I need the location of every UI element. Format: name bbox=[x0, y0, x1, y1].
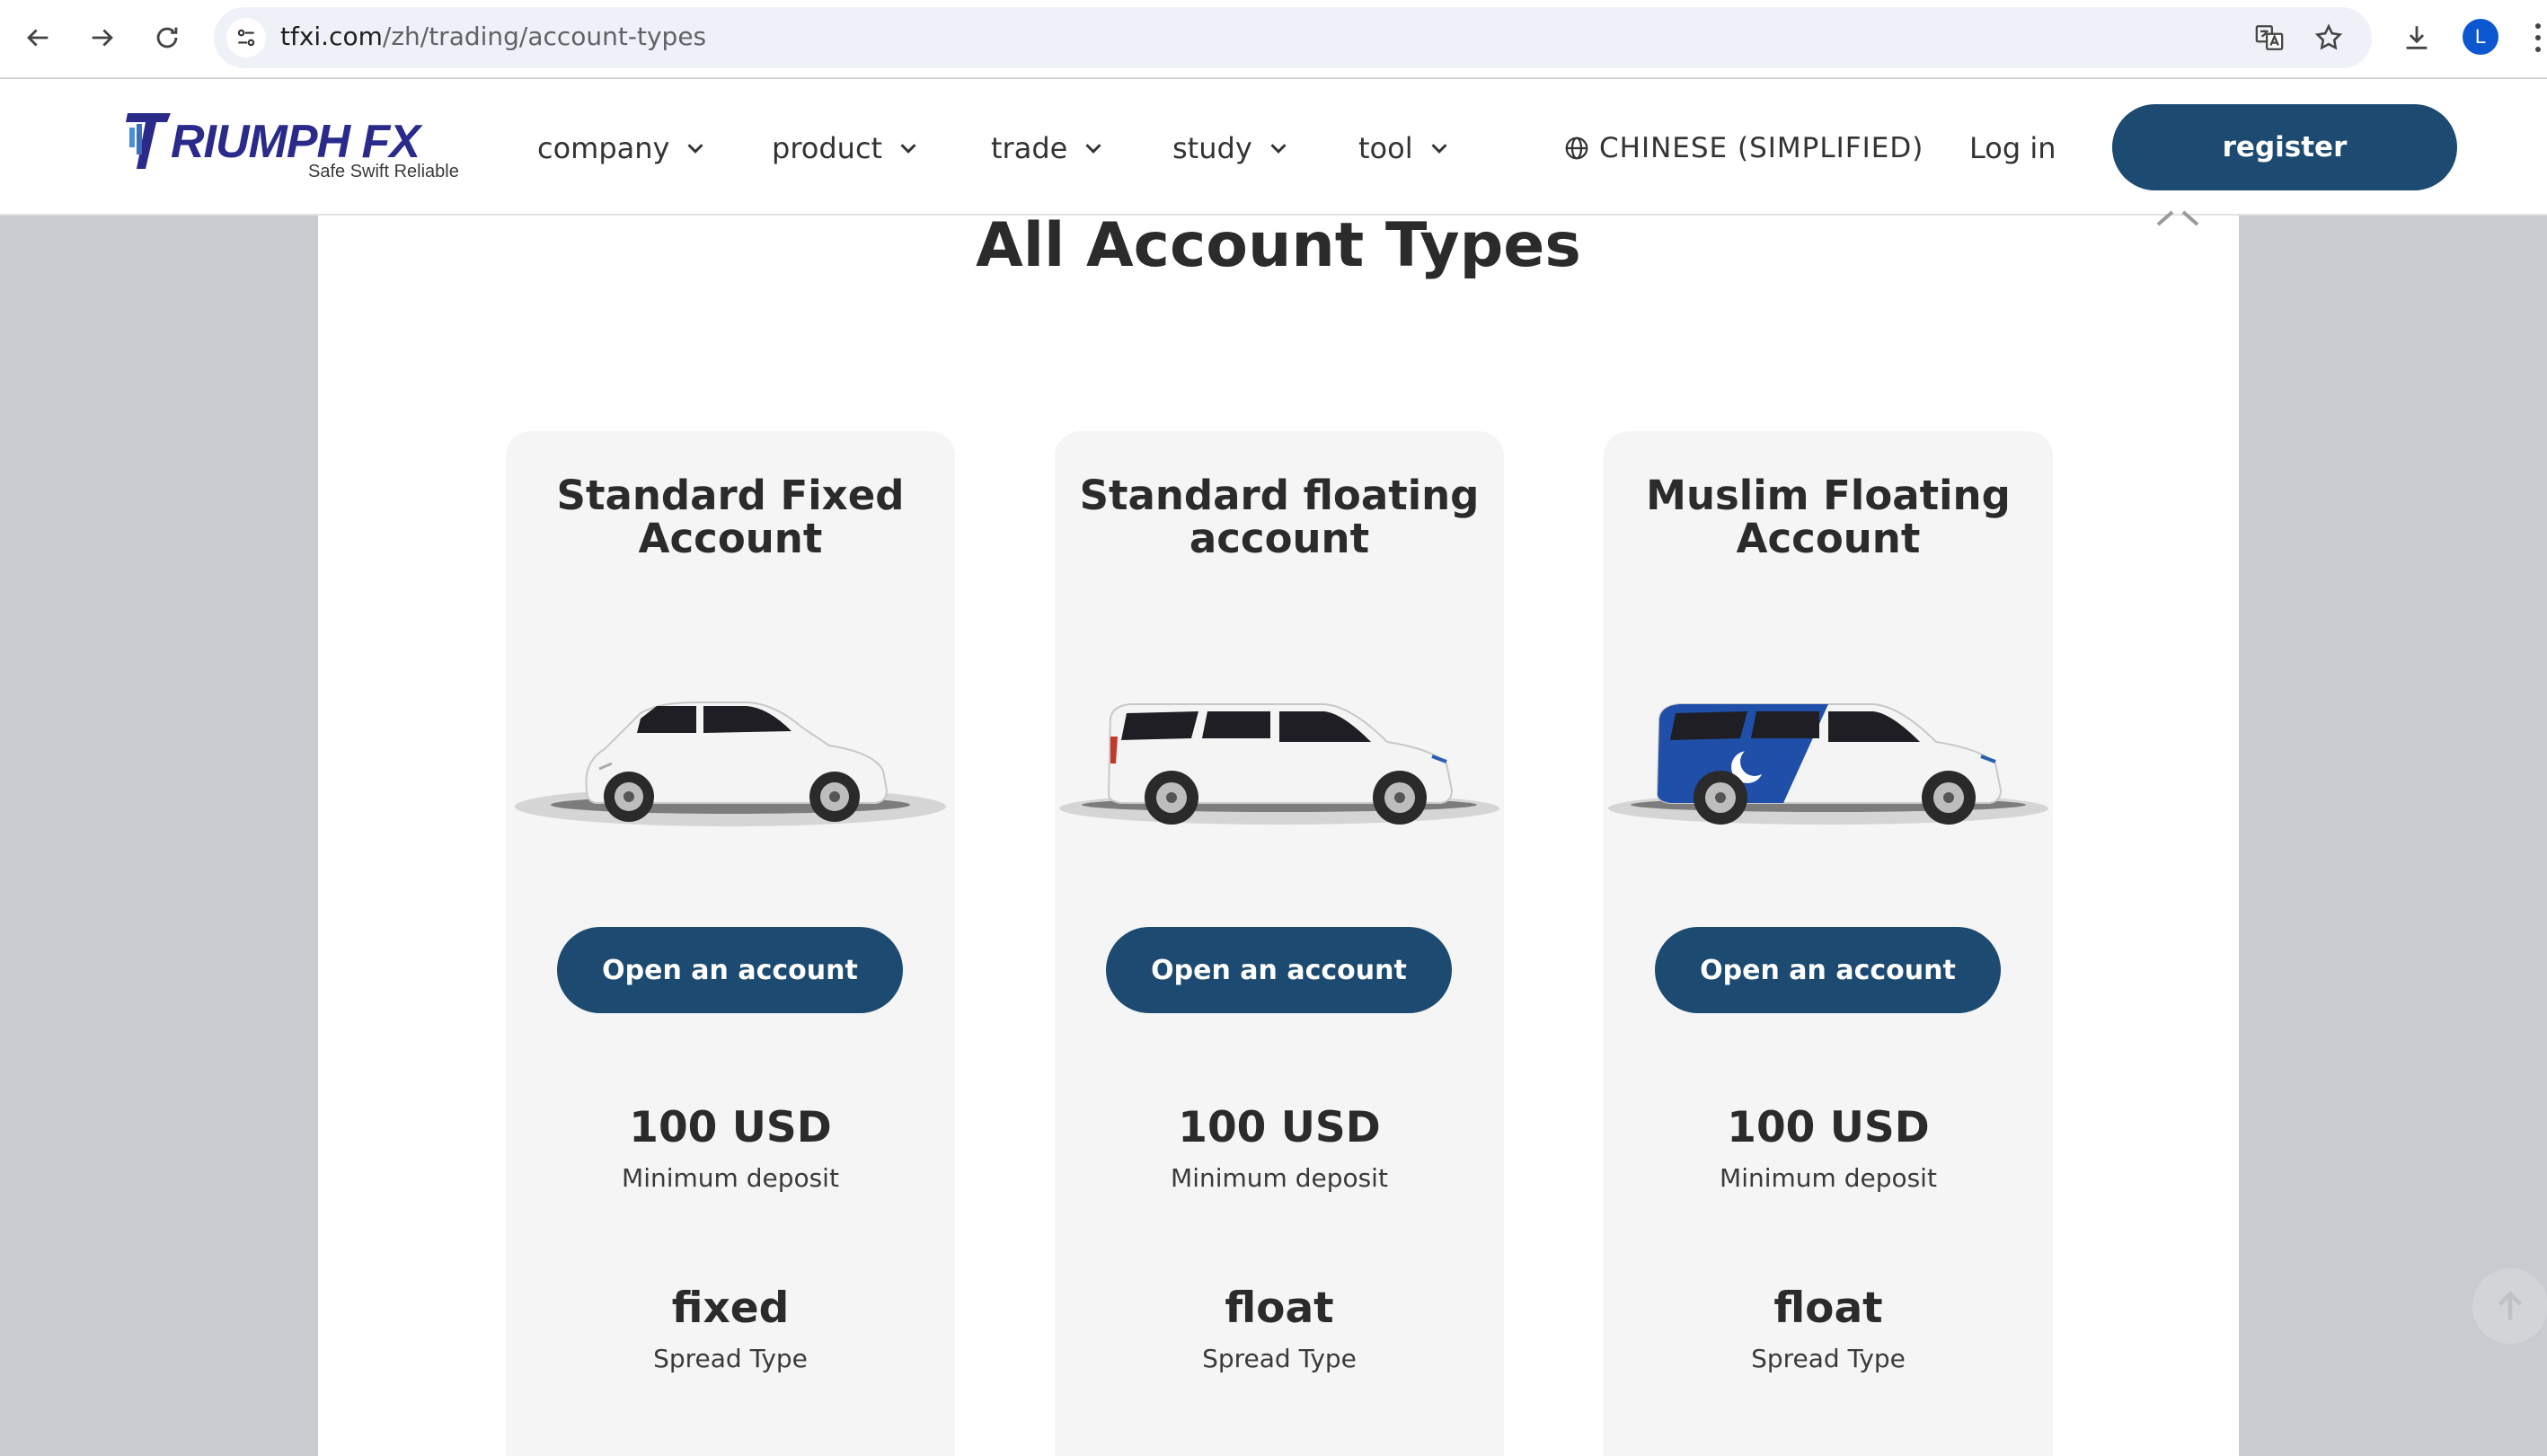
spread-type-value: fixed bbox=[671, 1284, 790, 1333]
minimum-deposit-label: Minimum deposit bbox=[1171, 1163, 1388, 1193]
login-link[interactable]: Log in bbox=[1969, 126, 2056, 171]
account-card-muslim-floating: Muslim Floating Account Open an account … bbox=[1604, 431, 2053, 1456]
triumph-fx-logo[interactable]: RIUMPH FX Safe Swift Reliable bbox=[126, 110, 459, 181]
nav-trade[interactable]: trade bbox=[991, 126, 1107, 171]
card-title: Standard floating account bbox=[1055, 474, 1504, 560]
minimum-deposit-label: Minimum deposit bbox=[1720, 1163, 1937, 1193]
scroll-to-top-button[interactable] bbox=[2472, 1268, 2547, 1344]
globe-icon bbox=[1565, 137, 1588, 160]
spread-type-value: float bbox=[1773, 1284, 1883, 1333]
nav-tool[interactable]: tool bbox=[1358, 126, 1453, 171]
address-bar[interactable]: tfxi.com/zh/trading/account-types bbox=[214, 7, 2372, 68]
language-selector[interactable]: CHINESE (SIMPLIFIED) bbox=[1563, 126, 1924, 171]
minimum-deposit-value: 100 USD bbox=[1178, 1103, 1381, 1152]
logo-mark-icon bbox=[126, 113, 171, 169]
register-button[interactable]: register bbox=[2112, 104, 2457, 190]
minimum-deposit-value: 100 USD bbox=[629, 1103, 832, 1152]
logo-wordmark: RIUMPH FX bbox=[171, 116, 420, 168]
account-card-standard-floating: Standard floating account Open an accoun… bbox=[1055, 431, 1504, 1456]
download-icon[interactable] bbox=[2397, 18, 2436, 57]
nav-study-label: study bbox=[1172, 131, 1252, 165]
reload-icon[interactable] bbox=[147, 18, 187, 57]
crescent-van-icon bbox=[1608, 703, 2048, 825]
nav-company-label: company bbox=[537, 131, 670, 165]
open-account-button[interactable]: Open an account bbox=[1655, 927, 2001, 1013]
chevron-down-icon bbox=[900, 144, 916, 154]
language-label: CHINESE (SIMPLIFIED) bbox=[1599, 132, 1924, 164]
url-text[interactable]: tfxi.com/zh/trading/account-types bbox=[280, 22, 706, 51]
chevron-down-icon bbox=[1431, 144, 1447, 154]
nav-tool-label: tool bbox=[1358, 131, 1413, 165]
spread-type-label: Spread Type bbox=[1751, 1344, 1906, 1373]
browser-menu-icon[interactable] bbox=[2529, 20, 2547, 56]
bookmark-star-icon[interactable] bbox=[2313, 22, 2345, 54]
white-van-icon bbox=[1059, 703, 1499, 825]
spread-type-label: Spread Type bbox=[653, 1344, 808, 1373]
nav-product[interactable]: product bbox=[772, 126, 922, 171]
forward-arrow-icon[interactable] bbox=[83, 18, 122, 57]
card-title-line: Standard floating bbox=[1079, 472, 1480, 519]
open-account-button[interactable]: Open an account bbox=[557, 927, 903, 1013]
card-title: Muslim Floating Account bbox=[1604, 474, 2053, 560]
browser-toolbar: tfxi.com/zh/trading/account-types L bbox=[0, 0, 2547, 78]
spread-type-value: float bbox=[1225, 1284, 1334, 1333]
spread-type-label: Spread Type bbox=[1202, 1344, 1357, 1373]
minimum-deposit-value: 100 USD bbox=[1727, 1103, 1930, 1152]
account-card-standard-fixed: Standard Fixed Account Open an account 1… bbox=[506, 431, 955, 1456]
back-arrow-icon[interactable] bbox=[18, 18, 57, 57]
open-account-button[interactable]: Open an account bbox=[1106, 927, 1452, 1013]
url-path: /zh/trading/account-types bbox=[382, 22, 707, 51]
url-host: tfxi.com bbox=[280, 22, 383, 51]
nav-trade-label: trade bbox=[991, 131, 1068, 165]
white-hatchback-icon bbox=[515, 702, 946, 826]
chevron-down-icon bbox=[1270, 144, 1287, 154]
site-settings-icon[interactable] bbox=[226, 18, 266, 57]
card-title-line: Account bbox=[638, 515, 823, 562]
nav-company[interactable]: company bbox=[537, 126, 709, 171]
chevron-down-icon bbox=[1085, 144, 1101, 154]
nav-product-label: product bbox=[772, 131, 883, 165]
chevron-down-icon bbox=[687, 144, 704, 154]
arrow-up-icon bbox=[2498, 1291, 2523, 1320]
logo-tagline: Safe Swift Reliable bbox=[308, 162, 459, 181]
card-title: Standard Fixed Account bbox=[506, 474, 955, 560]
card-title-line: Account bbox=[1736, 515, 1921, 562]
nav-study[interactable]: study bbox=[1172, 126, 1292, 171]
translate-icon[interactable] bbox=[2253, 22, 2286, 54]
card-title-line: account bbox=[1189, 515, 1370, 562]
card-title-line: Muslim Floating bbox=[1646, 472, 2011, 519]
page-title: All Account Types bbox=[976, 210, 1581, 281]
profile-avatar[interactable]: L bbox=[2463, 19, 2498, 55]
minimum-deposit-label: Minimum deposit bbox=[622, 1163, 839, 1193]
card-title-line: Standard Fixed bbox=[556, 472, 905, 519]
